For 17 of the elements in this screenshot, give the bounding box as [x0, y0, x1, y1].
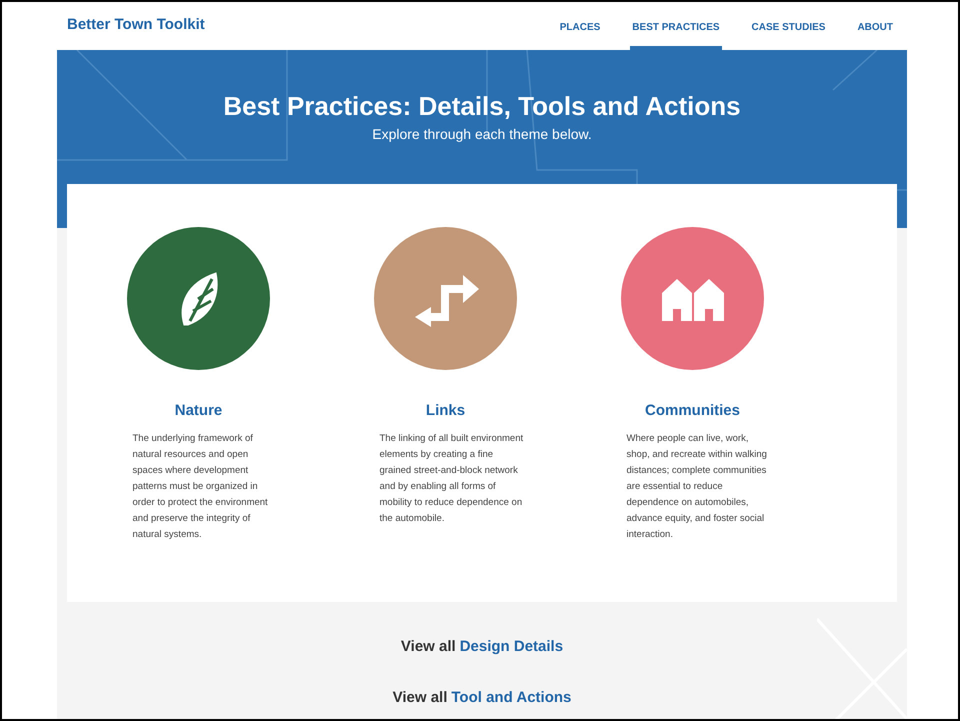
view-all-link[interactable]: Tool and Actions	[451, 686, 572, 709]
theme-title[interactable]: Communities	[644, 400, 740, 422]
view-all-label: View all	[400, 637, 456, 657]
view-all-label: View all	[392, 688, 448, 708]
theme-description: The underlying framework of natural resources and open spaces where development patterns must be organized in order to protect the environment and preserve the integrity of natural systems.	[132, 432, 269, 542]
view-all-link[interactable]: Design Details	[460, 636, 564, 658]
site-logo[interactable]: Better Town Toolkit	[67, 14, 205, 36]
nav-link[interactable]: PLACES	[558, 2, 602, 50]
theme-title[interactable]: Links	[426, 400, 466, 422]
hero-title: Best Practices: Details, Tools and Actions	[223, 90, 741, 122]
nav-link[interactable]: ABOUT	[855, 2, 895, 50]
theme-description: The linking of all built environment elements by creating a fine grained street-and-block network and by enabling all forms of mobility to reduce dependence on the automobile.	[380, 432, 524, 526]
hero-subtitle: Explore through each theme below.	[372, 125, 592, 144]
nav-link[interactable]: CASE STUDIES	[750, 2, 828, 50]
houses-icon	[662, 276, 724, 320]
theme-description: Where people can live, work, shop, and recreate within walking distances; complete communities are essential to reduce dependence on automobiles, advance equity, and foster social interaction.	[626, 432, 768, 542]
theme-title[interactable]: Nature	[174, 400, 222, 422]
